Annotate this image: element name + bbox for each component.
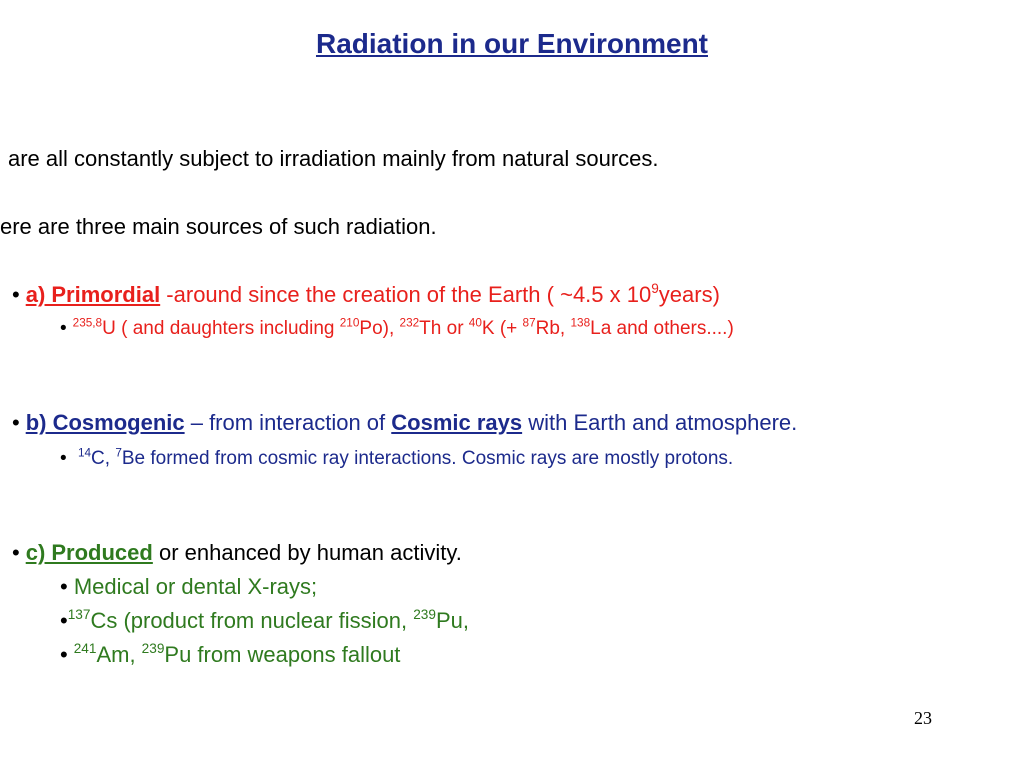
isotope-text: Am,	[96, 642, 142, 667]
isotope-number: 210	[339, 316, 360, 330]
isotope-number: 241	[73, 641, 97, 657]
isotope-text: U ( and daughters including	[102, 318, 340, 339]
cosmogenic-bullet: • b) Cosmogenic – from interaction of Cos…	[12, 410, 797, 436]
cosmogenic-detail: • 14C, 7Be formed from cosmic ray intera…	[60, 446, 734, 470]
produced-bullet: • c) Produced or enhanced by human activi…	[12, 540, 462, 566]
produced-item-text: Medical or dental X-rays;	[67, 574, 318, 599]
produced-desc: or enhanced by human activity.	[152, 540, 462, 565]
isotope-number: 40	[468, 316, 482, 330]
isotope-text: C,	[91, 448, 116, 469]
intro-line-2: ere are three main sources of such radia…	[0, 214, 437, 239]
isotope-number: 14	[77, 446, 92, 460]
isotope-text: Be formed from cosmic ray interactions. …	[121, 448, 734, 469]
produced-item-3: • 241Am, 239Pu from weapons fallout	[60, 642, 400, 668]
isotope-text: Th or	[419, 318, 469, 339]
primordial-desc: -around since the creation of the Earth …	[160, 282, 561, 307]
produced-heading: c) Produced	[25, 540, 153, 565]
isotope-number: 232	[399, 316, 420, 330]
intro-line-1: are all constantly subject to irradiatio…	[8, 146, 659, 171]
bullet-marker: •	[12, 282, 20, 307]
produced-item-2: •137Cs (product from nuclear fission, 23…	[60, 608, 469, 634]
bullet-marker: •	[60, 574, 68, 599]
isotope-text: La and others....)	[590, 318, 734, 339]
cosmogenic-desc-end: with Earth and atmosphere.	[522, 410, 798, 435]
isotope-number: 235,8	[72, 316, 103, 330]
isotope-number: 239	[413, 607, 436, 623]
primordial-age-unit: years)	[658, 282, 720, 307]
bullet-marker: •	[60, 318, 67, 339]
bullet-marker: •	[60, 642, 68, 667]
primordial-heading: a) Primordial	[25, 282, 161, 307]
page-number: 23	[914, 708, 932, 728]
cosmogenic-desc: – from interaction of	[184, 410, 392, 435]
produced-item-1: • Medical or dental X-rays;	[60, 574, 317, 600]
isotope-number: 87	[522, 316, 536, 330]
isotope-number: 239	[141, 641, 165, 657]
primordial-detail: • 235,8U ( and daughters including 210Po)…	[60, 316, 734, 340]
isotope-text: Rb,	[535, 318, 571, 339]
age-exponent: 9	[651, 281, 659, 297]
isotope-text: Pu,	[435, 608, 469, 633]
isotope-text: Pu from weapons fallout	[164, 642, 401, 667]
bullet-marker: •	[60, 448, 67, 469]
isotope-number: 137	[67, 607, 91, 623]
bullet-marker: •	[12, 540, 20, 565]
slide-title: Radiation in our Environment	[315, 28, 708, 59]
isotope-text: K (+	[481, 318, 523, 339]
bullet-marker: •	[12, 410, 20, 435]
isotope-text: Po),	[359, 318, 400, 339]
primordial-bullet: • a) Primordial -around since the creatio…	[12, 282, 720, 308]
approx-symbol: ~	[560, 282, 573, 307]
primordial-age: 4.5 x 10	[572, 282, 652, 307]
cosmic-rays-link[interactable]: Cosmic rays	[391, 410, 522, 435]
isotope-text: Cs (product from nuclear fission,	[90, 608, 414, 633]
bullet-marker: •	[60, 608, 68, 633]
isotope-number: 138	[570, 316, 591, 330]
cosmogenic-heading: b) Cosmogenic	[25, 410, 185, 435]
